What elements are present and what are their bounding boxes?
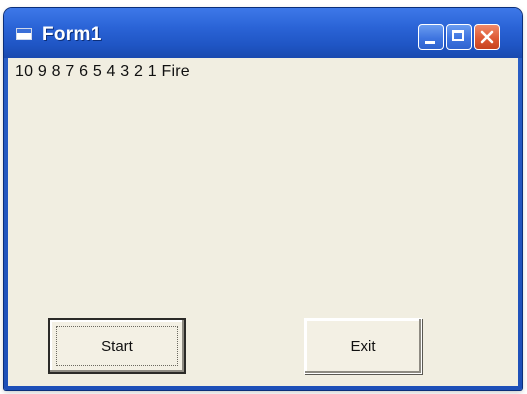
minimize-button[interactable] bbox=[418, 24, 444, 50]
exit-button[interactable]: Exit bbox=[304, 318, 422, 374]
form-window: Form1 10 9 8 7 6 5 4 3 2 1 Fire Start Ex… bbox=[4, 8, 522, 390]
exit-button-label: Exit bbox=[350, 337, 376, 355]
start-button[interactable]: Start bbox=[48, 318, 186, 374]
window-title: Form1 bbox=[42, 24, 102, 45]
form-icon[interactable] bbox=[16, 28, 32, 40]
countdown-label: 10 9 8 7 6 5 4 3 2 1 Fire bbox=[15, 63, 190, 80]
close-button[interactable] bbox=[474, 24, 500, 50]
title-bar[interactable]: Form1 bbox=[4, 8, 522, 58]
form-client-area: 10 9 8 7 6 5 4 3 2 1 Fire Start Exit bbox=[8, 58, 518, 386]
start-button-label: Start bbox=[101, 337, 133, 355]
close-icon bbox=[480, 30, 494, 44]
maximize-button[interactable] bbox=[446, 24, 472, 50]
